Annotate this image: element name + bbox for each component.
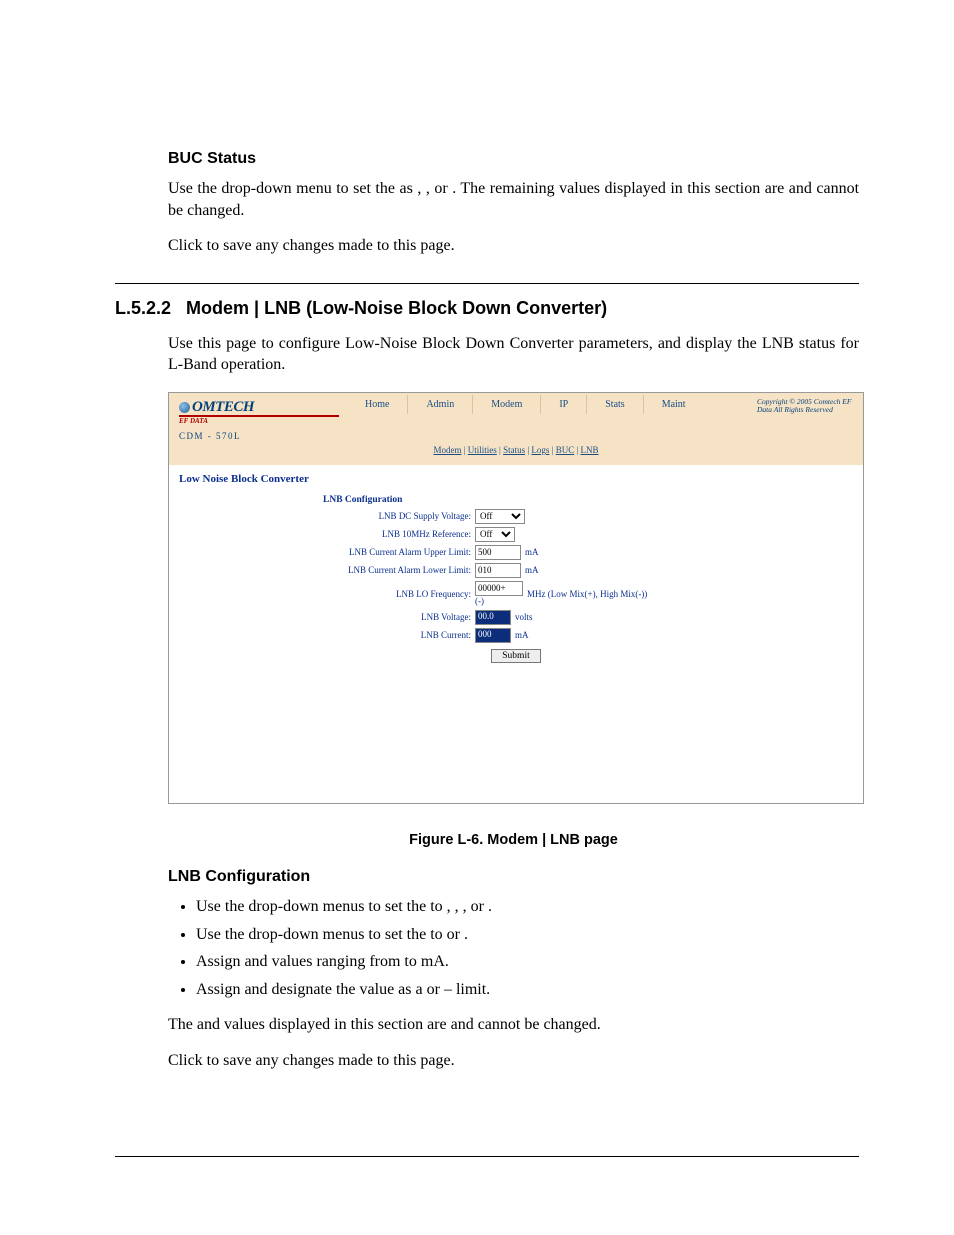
section-divider <box>115 283 859 284</box>
label-dc-supply: LNB DC Supply Voltage: <box>301 511 475 521</box>
sub-nav: Modem | Utilities | Status | Logs | BUC … <box>169 445 863 465</box>
logo-globe-icon <box>179 402 190 413</box>
tab-home[interactable]: Home <box>347 395 408 414</box>
footer-rule <box>115 1156 859 1157</box>
input-alarm-upper[interactable] <box>475 545 521 560</box>
label-lnb-voltage: LNB Voltage: <box>301 612 475 622</box>
readonly-lnb-voltage: 00.0 <box>475 610 511 625</box>
buc-status-paragraph-2: Click to save any changes made to this p… <box>168 235 859 257</box>
tab-stats[interactable]: Stats <box>587 395 643 414</box>
lnb-paragraph-2: Click to save any changes made to this p… <box>168 1050 859 1072</box>
logo-block: OMTECH EF DATA CDM - 570L <box>169 393 347 445</box>
input-alarm-lower[interactable] <box>475 563 521 578</box>
buc-status-heading: BUC Status <box>168 150 859 168</box>
unit-lnb-voltage: volts <box>515 612 533 622</box>
subnav-utilities[interactable]: Utilities <box>468 445 497 455</box>
subnav-logs[interactable]: Logs <box>531 445 549 455</box>
label-alarm-lower: LNB Current Alarm Lower Limit: <box>301 565 475 575</box>
main-tabs: Home Admin Modem IP Stats Maint <box>347 395 757 414</box>
tab-maint[interactable]: Maint <box>644 395 704 414</box>
tab-modem[interactable]: Modem <box>473 395 541 414</box>
lnb-config-list: Use the drop-down menus to set the to , … <box>168 896 859 1000</box>
form-title: LNB Configuration <box>323 495 731 505</box>
unit-lnb-current: mA <box>515 630 529 640</box>
list-item: Use the drop-down menus to set the to or… <box>196 924 859 946</box>
label-10mhz-ref: LNB 10MHz Reference: <box>301 529 475 539</box>
figure-caption: Figure L-6. Modem | LNB page <box>168 832 859 848</box>
copyright-text: Copyright © 2005 Comtech EF Data All Rig… <box>757 393 863 415</box>
list-item: Use the drop-down menus to set the to , … <box>196 896 859 918</box>
intro-paragraph: Use this page to configure Low-Noise Blo… <box>168 333 859 376</box>
subnav-lnb[interactable]: LNB <box>581 445 599 455</box>
select-10mhz-ref[interactable]: Off <box>475 527 515 542</box>
webui-window: OMTECH EF DATA CDM - 570L Home Admin Mod… <box>168 392 864 804</box>
label-lnb-current: LNB Current: <box>301 630 475 640</box>
lnb-config-heading: LNB Configuration <box>168 868 859 886</box>
input-lo-freq[interactable] <box>475 581 523 596</box>
label-alarm-upper: LNB Current Alarm Upper Limit: <box>301 547 475 557</box>
subnav-buc[interactable]: BUC <box>556 445 575 455</box>
readonly-lnb-current: 000 <box>475 628 511 643</box>
tab-ip[interactable]: IP <box>541 395 587 414</box>
submit-button[interactable]: Submit <box>491 649 540 663</box>
hint-lo-freq: (-) <box>475 596 484 606</box>
list-item: Assign and designate the value as a or –… <box>196 979 859 1001</box>
webui-page-title: Low Noise Block Converter <box>179 473 853 485</box>
subnav-status[interactable]: Status <box>503 445 525 455</box>
tab-admin[interactable]: Admin <box>408 395 473 414</box>
section-heading-l522: L.5.2.2 Modem | LNB (Low-Noise Block Dow… <box>115 298 859 319</box>
list-item: Assign and values ranging from to mA. <box>196 951 859 973</box>
figure-l6: OMTECH EF DATA CDM - 570L Home Admin Mod… <box>168 392 859 804</box>
buc-status-paragraph-1: Use the drop-down menu to set the as , ,… <box>168 178 859 221</box>
subnav-modem[interactable]: Modem <box>433 445 461 455</box>
unit-lo-freq: MHz (Low Mix(+), High Mix(-)) <box>527 589 647 599</box>
unit-alarm-upper: mA <box>525 547 539 557</box>
select-dc-supply[interactable]: Off <box>475 509 525 524</box>
unit-alarm-lower: mA <box>525 565 539 575</box>
label-lo-freq: LNB LO Frequency: <box>301 589 475 599</box>
lnb-paragraph-1: The and values displayed in this section… <box>168 1014 859 1036</box>
